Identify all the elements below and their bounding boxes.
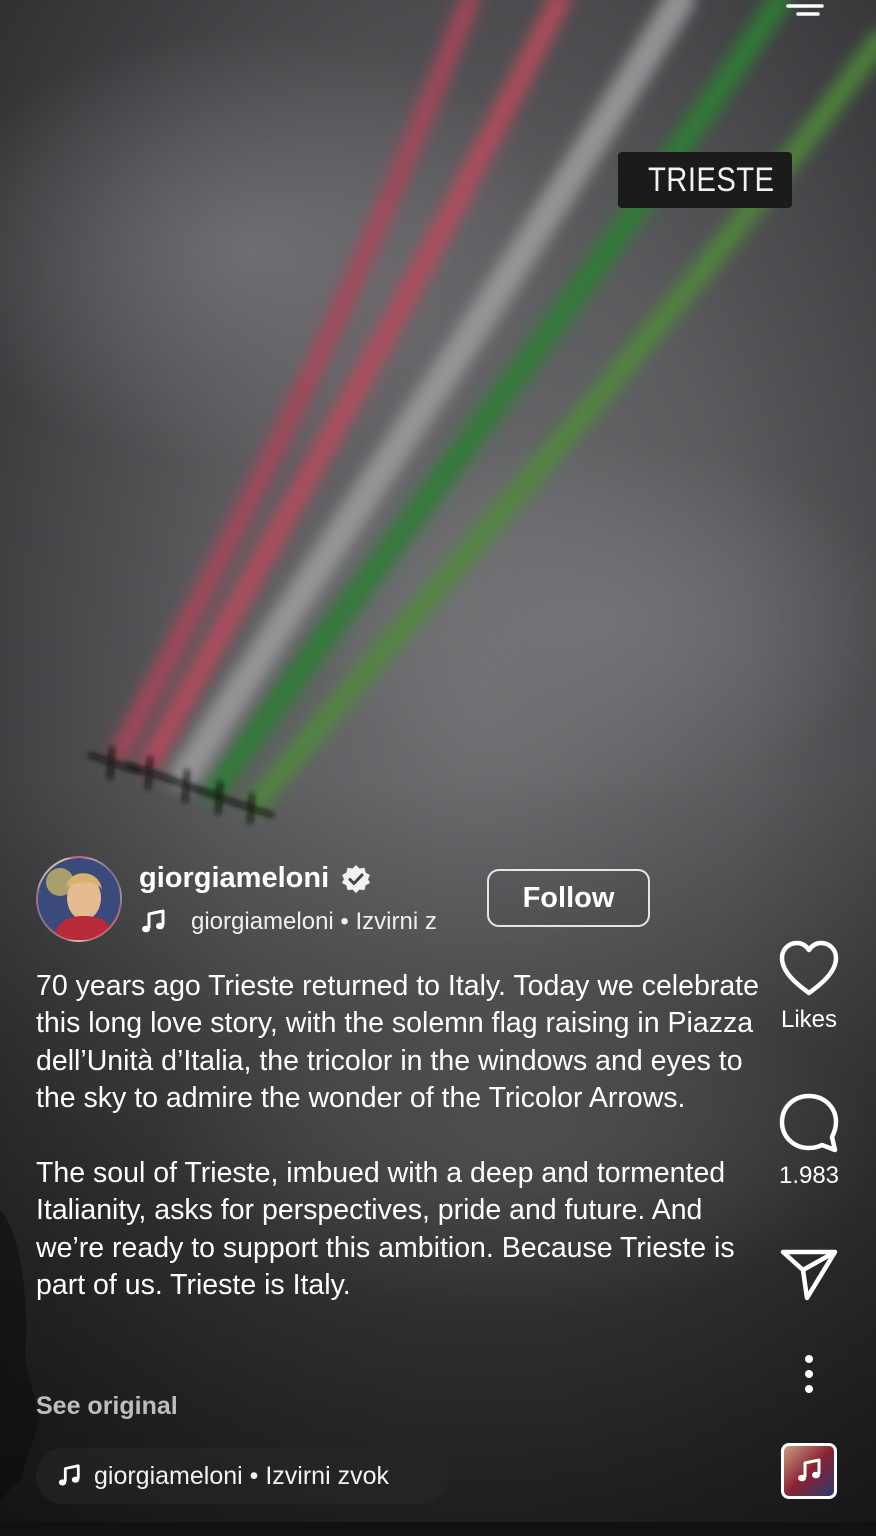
reel-video[interactable] xyxy=(0,0,876,1536)
username[interactable]: giorgiameloni xyxy=(139,862,329,895)
heart-icon[interactable] xyxy=(778,940,840,998)
audio-pill[interactable]: giorgiameloni • Izvirni zvok xyxy=(36,1448,448,1504)
music-note-icon xyxy=(58,1464,80,1486)
caption-paragraph: The soul of Trieste, imbued with a deep … xyxy=(36,1157,735,1302)
comments-count: 1.983 xyxy=(778,1162,840,1189)
more-options-action[interactable] xyxy=(768,1354,850,1394)
author-row: giorgiameloni giorgiameloni • Izvirni z … xyxy=(36,856,676,946)
like-action[interactable]: Likes xyxy=(768,940,850,1034)
caption[interactable]: 70 years ago Trieste returned to Italy. … xyxy=(36,968,764,1305)
comment-action[interactable]: 1.983 xyxy=(768,1092,850,1190)
avatar-portrait xyxy=(38,858,120,940)
avatar[interactable] xyxy=(36,856,122,942)
music-note-icon xyxy=(142,909,165,933)
more-vertical-icon[interactable] xyxy=(803,1354,815,1394)
audio-attribution-text: giorgiameloni • Izvirni z xyxy=(191,908,437,935)
caption-paragraph: 70 years ago Trieste returned to Italy. … xyxy=(36,970,759,1115)
likes-label: Likes xyxy=(780,1006,838,1033)
audio-album-thumbnail[interactable] xyxy=(781,1443,837,1499)
send-paper-plane-icon[interactable] xyxy=(779,1248,839,1302)
location-sticker[interactable]: TRIESTE xyxy=(618,152,792,208)
comment-bubble-icon[interactable] xyxy=(778,1092,840,1154)
see-original-link[interactable]: See original xyxy=(36,1392,178,1421)
audio-attribution[interactable]: giorgiameloni • Izvirni z xyxy=(139,908,465,936)
audio-pill-label: giorgiameloni • Izvirni zvok xyxy=(94,1461,389,1490)
bottom-edge-bar xyxy=(0,1522,876,1536)
verified-badge-icon xyxy=(342,864,371,893)
menu-lines-icon[interactable] xyxy=(778,0,830,16)
follow-button[interactable]: Follow xyxy=(487,869,650,927)
music-note-icon xyxy=(798,1458,821,1482)
location-label: TRIESTE xyxy=(648,160,775,199)
share-action[interactable] xyxy=(768,1248,850,1302)
